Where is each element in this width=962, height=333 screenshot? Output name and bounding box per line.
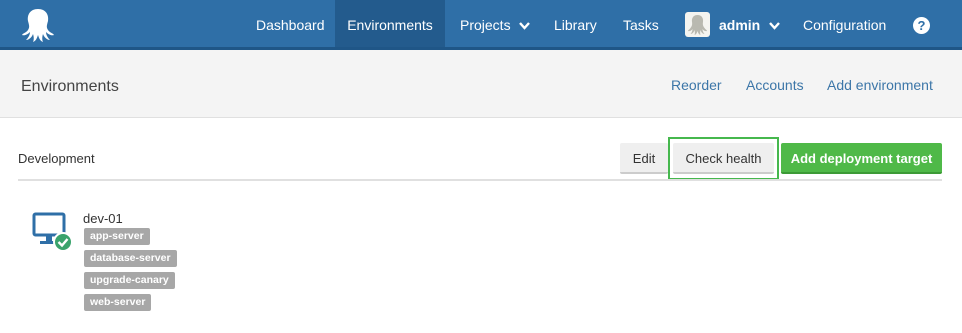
octopus-logo-icon[interactable] xyxy=(20,7,56,43)
nav-projects-label: Projects xyxy=(460,17,511,33)
nav-dashboard[interactable]: Dashboard xyxy=(256,0,325,47)
help-icon[interactable]: ? xyxy=(913,17,930,34)
edit-button[interactable]: Edit xyxy=(620,143,668,174)
nav-projects[interactable]: Projects xyxy=(460,0,531,47)
nav-library[interactable]: Library xyxy=(554,0,597,47)
monitor-icon[interactable] xyxy=(32,212,74,252)
role-tag: upgrade-canary xyxy=(84,272,175,289)
page-header: Environments Reorder Accounts Add enviro… xyxy=(0,50,962,118)
nav-environments-label: Environments xyxy=(347,17,433,33)
nav-tasks[interactable]: Tasks xyxy=(623,0,659,47)
avatar[interactable] xyxy=(685,12,710,37)
role-tag: database-server xyxy=(84,250,177,267)
add-deployment-target-button[interactable]: Add deployment target xyxy=(781,143,942,174)
avatar-octopus-icon xyxy=(688,15,707,35)
user-menu[interactable]: admin xyxy=(719,0,781,47)
healthy-check-icon xyxy=(53,232,73,252)
top-nav-bar: Dashboard Environments Projects Library … xyxy=(0,0,962,50)
reorder-link[interactable]: Reorder xyxy=(671,77,722,93)
section-divider xyxy=(18,179,942,181)
role-tag: web-server xyxy=(84,294,152,311)
machine-name[interactable]: dev-01 xyxy=(83,211,123,226)
nav-environments[interactable]: Environments xyxy=(335,0,445,47)
add-environment-link[interactable]: Add environment xyxy=(827,77,933,93)
check-health-button[interactable]: Check health xyxy=(673,143,774,174)
user-menu-label: admin xyxy=(719,17,761,33)
environment-name: Development xyxy=(18,151,95,166)
accounts-link[interactable]: Accounts xyxy=(746,77,804,93)
chevron-down-icon xyxy=(519,22,531,31)
role-tag: app-server xyxy=(84,228,150,245)
page-title: Environments xyxy=(21,78,119,95)
nav-configuration[interactable]: Configuration xyxy=(803,0,886,47)
chevron-down-icon xyxy=(769,22,781,31)
